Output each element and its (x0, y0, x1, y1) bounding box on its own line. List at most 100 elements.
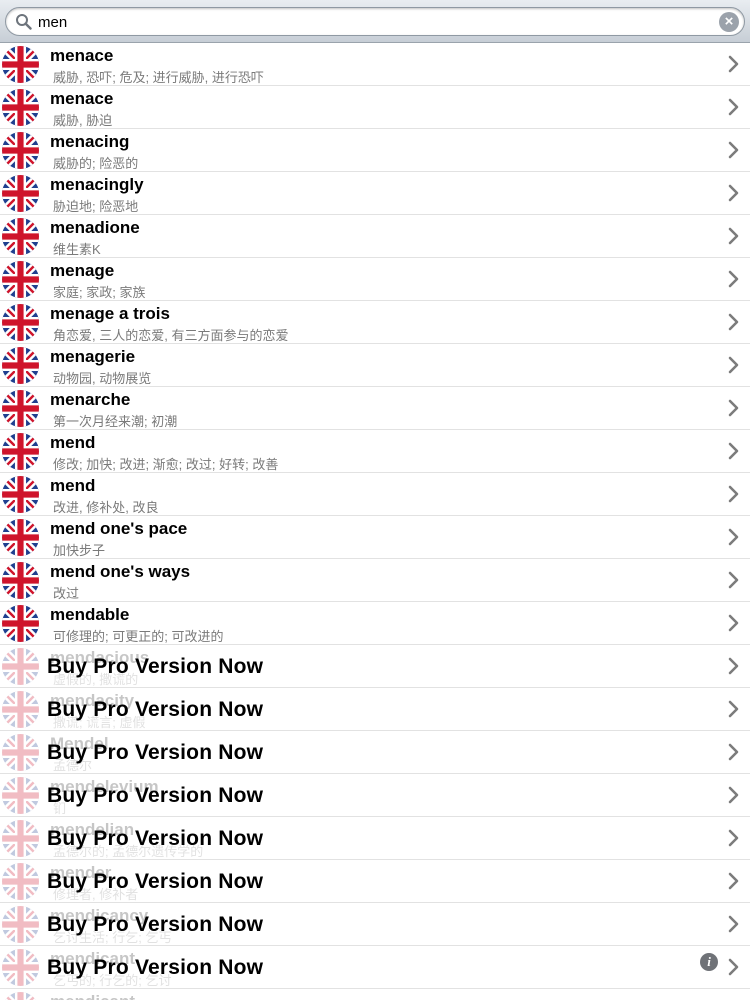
chevron-right-icon[interactable] (727, 140, 741, 160)
locked-result-row[interactable]: mendelevium 钔 Buy Pro Version Now (0, 774, 750, 817)
entry-translation: 改进, 修补处, 改良 (53, 500, 159, 515)
entry-translation: 动物园, 动物展览 (53, 371, 152, 386)
chevron-right-icon[interactable] (727, 226, 741, 246)
buy-pro-label[interactable]: Buy Pro Version Now (47, 698, 263, 722)
locked-result-row[interactable]: mendicancy 乞讨生活; 行乞; 乞丐 Buy Pro Version No… (0, 903, 750, 946)
chevron-right-icon[interactable] (727, 54, 741, 74)
uk-flag-icon (2, 347, 39, 384)
result-row[interactable]: mend 修改; 加快; 改进; 渐愈; 改过; 好转; 改善 (0, 430, 750, 473)
entry-word: menacing (50, 132, 130, 151)
chevron-right-icon[interactable] (727, 312, 741, 332)
uk-flag-icon (2, 89, 39, 126)
entry-word: menage (50, 261, 115, 280)
entry-word: mend one's pace (50, 519, 188, 538)
uk-flag-icon (2, 820, 39, 857)
buy-pro-label[interactable]: Buy Pro Version Now (47, 655, 263, 679)
uk-flag-icon (2, 949, 39, 986)
result-row[interactable]: menadione 维生素K (0, 215, 750, 258)
uk-flag-icon (2, 476, 39, 513)
chevron-right-icon[interactable] (727, 398, 741, 418)
chevron-right-icon[interactable] (727, 183, 741, 203)
locked-result-row[interactable]: mender 修理者, 修补者 Buy Pro Version Now (0, 860, 750, 903)
result-row[interactable]: menagerie 动物园, 动物展览 (0, 344, 750, 387)
entry-translation: 家庭; 家政; 家族 (53, 285, 146, 300)
entry-word: menace (50, 46, 114, 65)
result-row[interactable]: menage a trois 角恋爱, 三人的恋爱, 有三方面参与的恋爱 (0, 301, 750, 344)
uk-flag-icon (2, 132, 39, 169)
entry-word: mendable (50, 605, 130, 624)
buy-pro-label[interactable]: Buy Pro Version Now (47, 956, 263, 980)
buy-pro-label[interactable]: Buy Pro Version Now (47, 741, 263, 765)
locked-result-row[interactable]: mendicant (0, 989, 750, 1000)
results-list: menace 威胁, 恐吓; 危及; 进行威胁, 进行恐吓 menace 威胁, 胁… (0, 43, 750, 1000)
uk-flag-icon (2, 605, 39, 642)
uk-flag-icon (2, 519, 39, 556)
result-row[interactable]: menace 威胁, 恐吓; 危及; 进行威胁, 进行恐吓 (0, 43, 750, 86)
chevron-right-icon[interactable] (727, 269, 741, 289)
search-field[interactable]: × (5, 7, 745, 36)
uk-flag-icon (2, 562, 39, 599)
uk-flag-icon (2, 261, 39, 298)
result-row[interactable]: menacingly 胁迫地; 险恶地 (0, 172, 750, 215)
chevron-right-icon[interactable] (727, 484, 741, 504)
entry-word: menagerie (50, 347, 136, 366)
entry-translation: 威胁的; 险恶的 (53, 156, 139, 171)
result-row[interactable]: mend one's ways 改过 (0, 559, 750, 602)
buy-pro-label[interactable]: Buy Pro Version Now (47, 784, 263, 808)
search-icon (16, 14, 32, 30)
entry-word: mend one's ways (50, 562, 191, 581)
entry-word: menadione (50, 218, 140, 237)
chevron-right-icon[interactable] (727, 441, 741, 461)
locked-result-row[interactable]: mendicant 乞丐的; 行乞的; 乞讨 Buy Pro Version Now… (0, 946, 750, 989)
buy-pro-label[interactable]: Buy Pro Version Now (47, 913, 263, 937)
uk-flag-icon (2, 906, 39, 943)
locked-result-row[interactable]: mendacious 虚假的, 撒谎的 Buy Pro Version Now (0, 645, 750, 688)
entry-translation: 威胁, 恐吓; 危及; 进行威胁, 进行恐吓 (53, 70, 264, 85)
entry-translation: 角恋爱, 三人的恋爱, 有三方面参与的恋爱 (53, 328, 289, 343)
chevron-right-icon[interactable] (727, 656, 741, 676)
entry-translation: 修改; 加快; 改进; 渐愈; 改过; 好转; 改善 (53, 457, 279, 472)
chevron-right-icon[interactable] (727, 613, 741, 633)
uk-flag-icon (2, 175, 39, 212)
chevron-right-icon[interactable] (727, 957, 741, 977)
chevron-right-icon[interactable] (727, 785, 741, 805)
buy-pro-label[interactable]: Buy Pro Version Now (47, 870, 263, 894)
result-row[interactable]: mendable 可修理的; 可更正的; 可改进的 (0, 602, 750, 645)
locked-result-row[interactable]: Mendel 孟德尔 Buy Pro Version Now (0, 731, 750, 774)
result-row[interactable]: mend 改进, 修补处, 改良 (0, 473, 750, 516)
chevron-right-icon[interactable] (727, 570, 741, 590)
chevron-right-icon[interactable] (727, 527, 741, 547)
uk-flag-icon (2, 304, 39, 341)
search-bar: × (0, 0, 750, 43)
chevron-right-icon[interactable] (727, 914, 741, 934)
result-row[interactable]: menacing 威胁的; 险恶的 (0, 129, 750, 172)
chevron-right-icon[interactable] (727, 871, 741, 891)
entry-translation: 维生素K (53, 242, 101, 257)
uk-flag-icon (2, 734, 39, 771)
locked-result-row[interactable]: mendelian 孟德尔的; 孟德尔遗传学的 Buy Pro Version No… (0, 817, 750, 860)
entry-translation: 改过 (53, 586, 80, 601)
uk-flag-icon (2, 218, 39, 255)
entry-translation: 加快步子 (53, 543, 106, 558)
locked-result-row[interactable]: mendacity 撒谎; 谎言; 虚假 Buy Pro Version Now (0, 688, 750, 731)
search-input[interactable] (38, 11, 688, 33)
clear-search-button[interactable]: × (719, 12, 739, 32)
entry-word: mend (50, 433, 96, 452)
result-row[interactable]: menage 家庭; 家政; 家族 (0, 258, 750, 301)
chevron-right-icon[interactable] (727, 97, 741, 117)
uk-flag-icon (2, 777, 39, 814)
result-row[interactable]: menace 威胁, 胁迫 (0, 86, 750, 129)
chevron-right-icon[interactable] (727, 742, 741, 762)
chevron-right-icon[interactable] (727, 699, 741, 719)
info-icon[interactable]: i (700, 953, 718, 971)
entry-word: menacingly (50, 175, 144, 194)
clear-x-icon: × (724, 13, 734, 30)
dictionary-screen: × menace 威胁, 恐吓; 危及; 进行威胁, 进行恐吓 menace 威胁,… (0, 0, 750, 1000)
entry-word: menarche (50, 390, 131, 409)
chevron-right-icon[interactable] (727, 828, 741, 848)
chevron-right-icon[interactable] (727, 355, 741, 375)
result-row[interactable]: mend one's pace 加快步子 (0, 516, 750, 559)
buy-pro-label[interactable]: Buy Pro Version Now (47, 827, 263, 851)
uk-flag-icon (2, 992, 39, 1000)
result-row[interactable]: menarche 第一次月经来潮; 初潮 (0, 387, 750, 430)
